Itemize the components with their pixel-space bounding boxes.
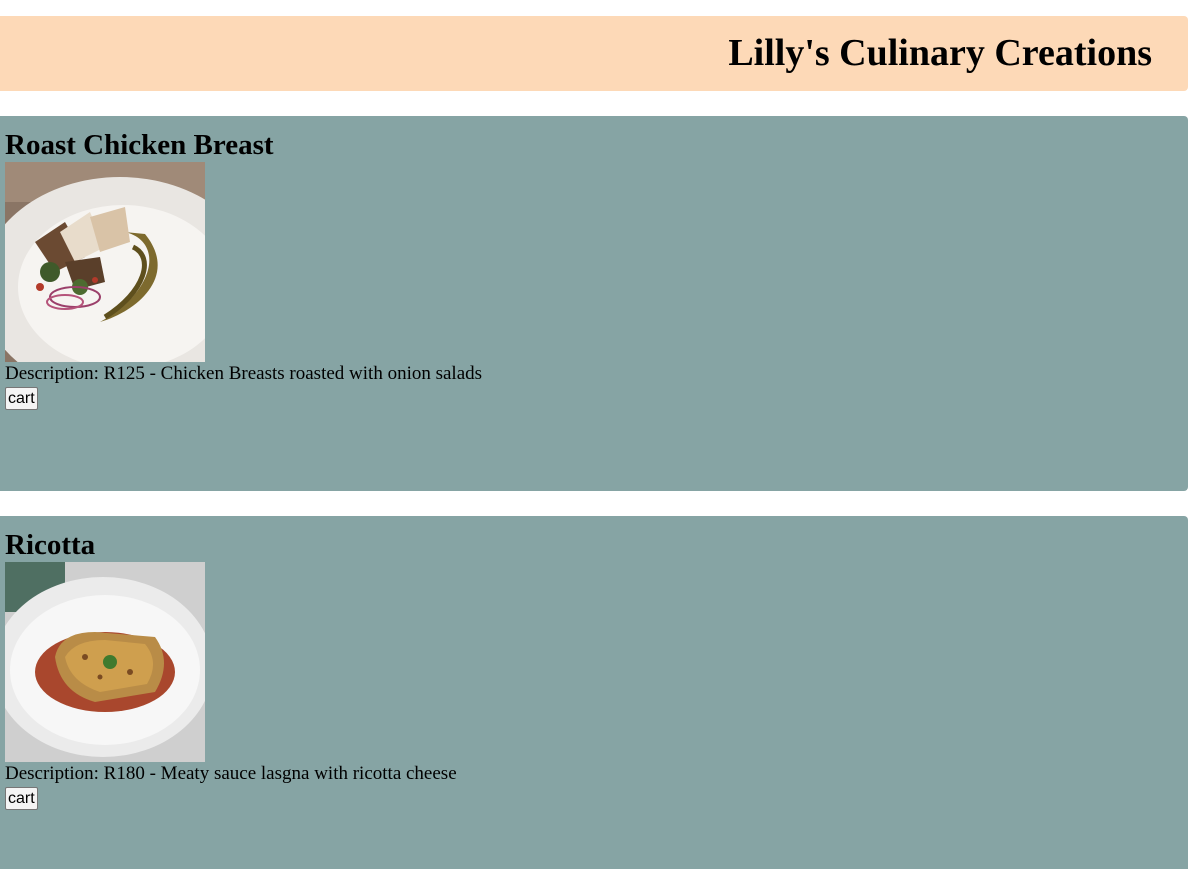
chicken-dish-photo bbox=[5, 162, 205, 362]
lasagna-dish-image bbox=[5, 562, 205, 762]
add-to-cart-button[interactable]: cart bbox=[5, 787, 38, 810]
site-title: Lilly's Culinary Creations bbox=[728, 32, 1152, 74]
menu-item-description: Description: R125 - Chicken Breasts roas… bbox=[5, 363, 483, 384]
menu-item-card: Roast Chicken Breast Description: R125 -… bbox=[0, 116, 1188, 491]
chicken-dish-image bbox=[5, 162, 205, 362]
menu-item-description: Description: R180 - Meaty sauce lasgna w… bbox=[5, 763, 457, 784]
menu-item-title: Roast Chicken Breast bbox=[5, 129, 274, 161]
menu-item-title: Ricotta bbox=[5, 529, 96, 561]
site-header: Lilly's Culinary Creations bbox=[0, 16, 1188, 91]
add-to-cart-button[interactable]: cart bbox=[5, 387, 38, 410]
menu-item-card: Ricotta Description: R180 - Meaty sauce … bbox=[0, 516, 1188, 869]
lasagna-dish-photo bbox=[5, 562, 205, 762]
